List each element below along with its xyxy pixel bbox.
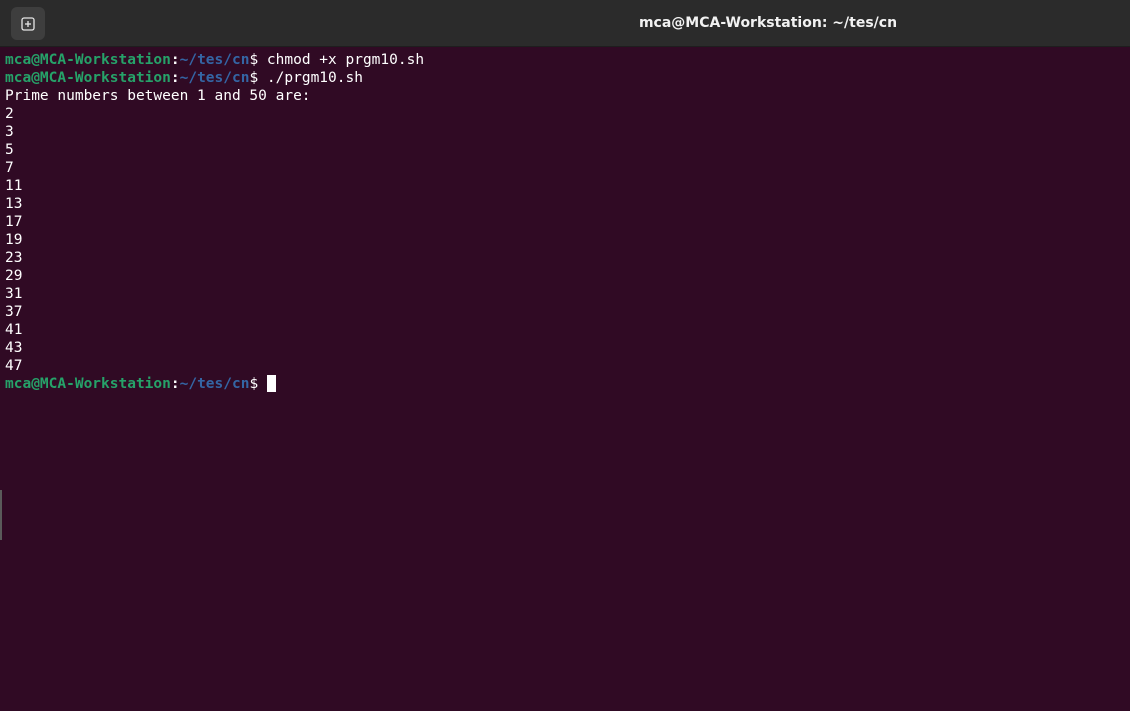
output-header: Prime numbers between 1 and 50 are: — [5, 88, 311, 104]
output-line: 29 — [5, 268, 23, 284]
output-line: 41 — [5, 322, 23, 338]
output-line: 2 — [5, 106, 14, 122]
prompt-colon: : — [170, 376, 180, 392]
output-line: 47 — [5, 358, 23, 374]
new-tab-button[interactable] — [11, 7, 45, 40]
output-line: 11 — [5, 178, 23, 194]
terminal-output[interactable]: mca@MCA-Workstation:~/tes/cn$ chmod +x p… — [0, 47, 1130, 711]
terminal-window: mca@MCA-Workstation: ~/tes/cn mca@MCA-Wo… — [0, 0, 1130, 711]
prompt-user-host: mca@MCA-Workstation — [5, 70, 171, 86]
prompt-dollar: $ — [249, 52, 267, 68]
output-line: 43 — [5, 340, 23, 356]
command-line: mca@MCA-Workstation:~/tes/cn$ chmod +x p… — [5, 51, 1130, 69]
output-line: 23 — [5, 250, 23, 266]
prompt-path: ~/tes/cn — [179, 52, 250, 68]
prompt-user-host: mca@MCA-Workstation — [5, 52, 171, 68]
active-prompt-line[interactable]: mca@MCA-Workstation:~/tes/cn$ — [5, 375, 1130, 393]
prompt-path: ~/tes/cn — [179, 376, 250, 392]
output-line: 31 — [5, 286, 23, 302]
prompt-path: ~/tes/cn — [179, 70, 250, 86]
output-line: 5 — [5, 142, 14, 158]
output-line: 7 — [5, 160, 14, 176]
prompt-dollar: $ — [249, 70, 267, 86]
prompt-colon: : — [170, 52, 180, 68]
text-cursor — [266, 375, 276, 392]
window-edge-handle[interactable] — [0, 490, 2, 540]
prompt-dollar: $ — [249, 376, 267, 392]
output-line: 17 — [5, 214, 23, 230]
prompt-colon: : — [170, 70, 180, 86]
command-text: chmod +x prgm10.sh — [266, 52, 425, 68]
command-line: mca@MCA-Workstation:~/tes/cn$ ./prgm10.s… — [5, 69, 1130, 87]
output-line: 37 — [5, 304, 23, 320]
new-tab-icon — [21, 16, 35, 31]
window-title: mca@MCA-Workstation: ~/tes/cn — [638, 15, 898, 31]
title-bar: mca@MCA-Workstation: ~/tes/cn — [0, 0, 1130, 47]
output-line: 13 — [5, 196, 23, 212]
command-text: ./prgm10.sh — [266, 70, 363, 86]
prompt-user-host: mca@MCA-Workstation — [5, 376, 171, 392]
output-line: 3 — [5, 124, 14, 140]
output-line: 19 — [5, 232, 23, 248]
